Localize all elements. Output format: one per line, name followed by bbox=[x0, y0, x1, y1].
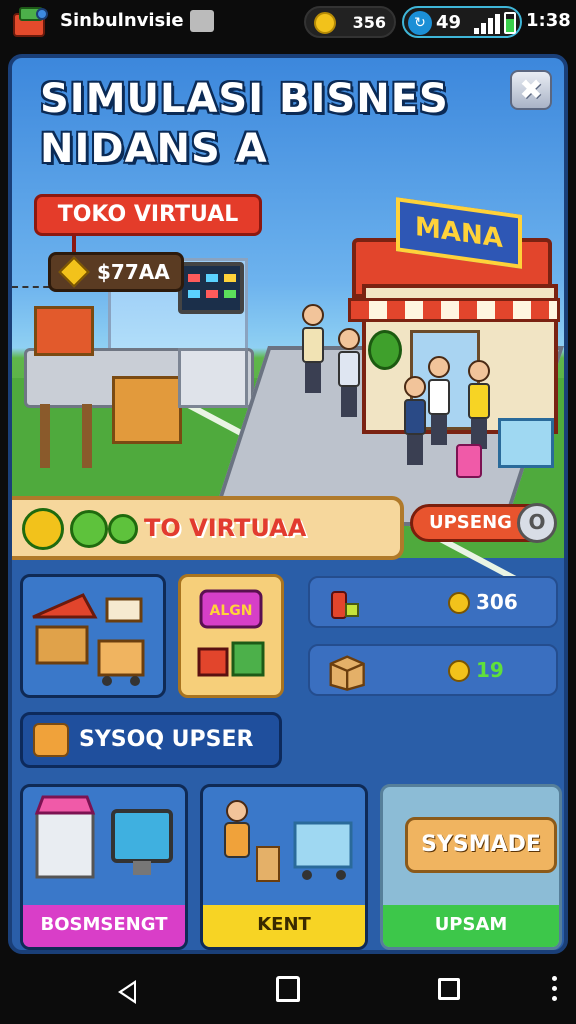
stall-tile[interactable] bbox=[20, 574, 166, 698]
coin-icon bbox=[448, 660, 470, 682]
more-icon[interactable] bbox=[552, 976, 558, 1006]
gallery-icon bbox=[190, 10, 214, 32]
customer-cart-icon bbox=[224, 800, 353, 882]
shop-awning bbox=[348, 298, 560, 322]
card-management-label: BOSMSENGT bbox=[23, 905, 185, 947]
upgrade-knob[interactable]: O bbox=[517, 503, 557, 543]
plant bbox=[368, 330, 402, 370]
navigation-bar bbox=[0, 960, 576, 1024]
coin-icon bbox=[314, 12, 336, 34]
battery-icon bbox=[504, 12, 516, 34]
chat-icon[interactable] bbox=[70, 510, 108, 548]
stat-value: 19 bbox=[476, 658, 504, 682]
home-icon[interactable] bbox=[276, 976, 300, 1002]
shopkeeper[interactable] bbox=[404, 376, 426, 465]
upgrade-button[interactable]: UPSENG O bbox=[410, 503, 557, 543]
system-upgrade-label: SYSOQ UPSER bbox=[79, 727, 254, 752]
network-status: ↻ 49 bbox=[402, 6, 522, 38]
signal-value: 49 bbox=[436, 12, 462, 33]
info-banner[interactable]: TO VIRTUAA bbox=[12, 496, 404, 560]
card-upgrade-label[interactable]: UPSAM bbox=[383, 905, 559, 947]
card-customers[interactable]: KENT bbox=[200, 784, 368, 950]
product-shelf[interactable] bbox=[178, 348, 248, 408]
app-icon bbox=[13, 7, 48, 37]
system-upgrade-button[interactable]: SYSOQ UPSER bbox=[20, 712, 282, 768]
app-name: Sinbulnvisie bbox=[60, 10, 184, 31]
title-line-1: SIMULASI BISNES bbox=[40, 76, 449, 122]
sale-sign-text: ALGN bbox=[210, 603, 253, 619]
store-label[interactable]: TOKO VIRTUAL bbox=[34, 194, 262, 236]
card-customers-label: KENT bbox=[203, 905, 365, 947]
customer[interactable] bbox=[428, 356, 450, 445]
store-balance-value: $77AA bbox=[97, 260, 170, 284]
sale-sign-icon: ALGN bbox=[197, 589, 265, 677]
banner-label: TO VIRTUAA bbox=[144, 514, 307, 542]
display-shelf-icon bbox=[34, 795, 173, 879]
sale-tile[interactable]: ALGN bbox=[178, 574, 284, 698]
customer[interactable] bbox=[338, 328, 360, 417]
close-button[interactable]: ✖ bbox=[510, 70, 552, 110]
fruit-basket[interactable] bbox=[498, 418, 554, 468]
upgrade-label: UPSENG bbox=[429, 512, 512, 533]
customer[interactable] bbox=[468, 360, 490, 449]
pencil-icon[interactable] bbox=[22, 508, 64, 550]
stat-row-stock[interactable]: 19 bbox=[308, 644, 558, 696]
product-crate[interactable] bbox=[34, 306, 94, 356]
coin-icon bbox=[448, 592, 470, 614]
status-bar: Sinbulnvisie 356 ↻ 49 1:38 bbox=[0, 0, 576, 44]
card-upgrade[interactable]: SYSMADE UPSAM bbox=[380, 784, 562, 950]
game-panel: MANA SIMULASI BISNES NIDANS A ✖ TOKO VIR… bbox=[8, 54, 568, 954]
recent-apps-icon[interactable] bbox=[438, 978, 460, 1000]
signal-bars-icon bbox=[474, 14, 500, 34]
clock: 1:38 bbox=[526, 10, 571, 31]
fire-extinguisher-icon bbox=[331, 591, 359, 619]
box-icon bbox=[329, 655, 365, 691]
sync-icon: ↻ bbox=[408, 11, 432, 35]
counter-leg bbox=[82, 404, 92, 468]
cash-register-box[interactable] bbox=[112, 376, 182, 444]
stall-monitor[interactable] bbox=[178, 262, 244, 314]
title-line-2: NIDANS A bbox=[40, 126, 268, 172]
gem-icon bbox=[58, 256, 90, 288]
stat-row-inventory[interactable]: 306 bbox=[308, 576, 558, 628]
back-icon[interactable] bbox=[118, 980, 136, 1004]
counter-leg bbox=[40, 404, 50, 468]
customer[interactable] bbox=[302, 304, 324, 393]
shopping-bag bbox=[456, 444, 482, 478]
coin-count: 356 bbox=[352, 13, 386, 32]
card-management[interactable]: BOSMSENGT bbox=[20, 784, 188, 950]
shop-building[interactable]: MANA bbox=[348, 197, 560, 434]
leaf-icon[interactable] bbox=[108, 514, 138, 544]
coin-counter: 356 bbox=[304, 6, 396, 38]
shopping-bag-icon bbox=[33, 723, 69, 757]
store-balance: $77AA bbox=[48, 252, 184, 292]
game-title: SIMULASI BISNES NIDANS A bbox=[40, 74, 449, 174]
market-stall-icon bbox=[32, 593, 145, 686]
store-scene: MANA SIMULASI BISNES NIDANS A ✖ TOKO VIR… bbox=[12, 58, 564, 591]
stat-value: 306 bbox=[476, 590, 518, 614]
sysmade-button[interactable]: SYSMADE bbox=[405, 817, 557, 873]
